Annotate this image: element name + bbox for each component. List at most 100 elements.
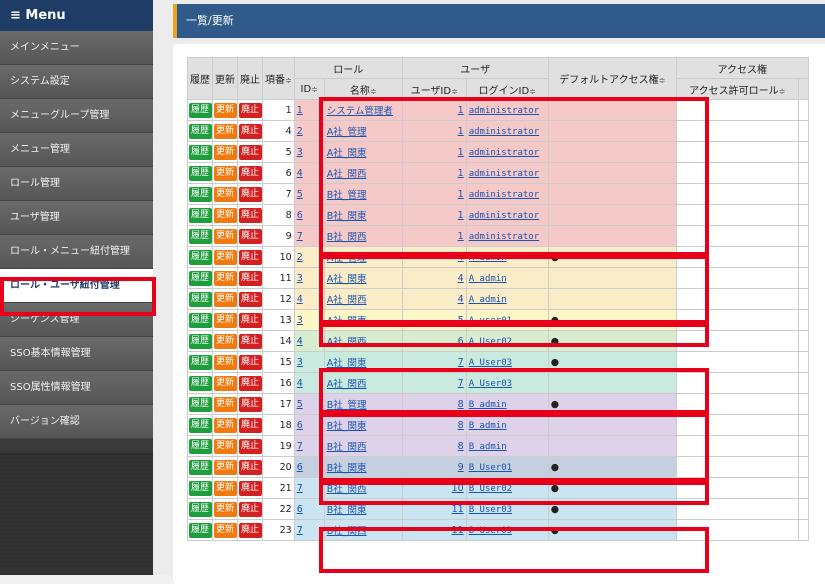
role-id-link[interactable]: 3: [297, 357, 303, 368]
history-button[interactable]: 履歴: [188, 249, 212, 265]
user-id-link[interactable]: 1: [458, 168, 464, 179]
update-button[interactable]: 更新: [213, 207, 237, 223]
login-id-link[interactable]: administrator: [469, 232, 539, 242]
sidebar-item[interactable]: メニューグループ管理: [0, 99, 153, 133]
login-id-link[interactable]: B_User03: [469, 526, 512, 536]
login-id-link[interactable]: administrator: [469, 106, 539, 116]
discard-button[interactable]: 廃止: [238, 375, 262, 391]
role-name-link[interactable]: A社_関東: [327, 274, 367, 285]
login-id-link[interactable]: A_admin: [469, 253, 507, 263]
sidebar-item[interactable]: SSO基本情報管理: [0, 337, 153, 371]
discard-button[interactable]: 廃止: [238, 333, 262, 349]
role-name-link[interactable]: B社_関東: [327, 421, 367, 432]
history-button[interactable]: 履歴: [188, 396, 212, 412]
role-name-link[interactable]: システム管理者: [327, 106, 393, 117]
user-id-link[interactable]: 1: [458, 231, 464, 242]
login-id-link[interactable]: administrator: [469, 127, 539, 137]
update-button[interactable]: 更新: [213, 396, 237, 412]
history-button[interactable]: 履歴: [188, 228, 212, 244]
user-id-link[interactable]: 11: [452, 504, 464, 515]
user-id-link[interactable]: 8: [458, 441, 464, 452]
discard-button[interactable]: 廃止: [238, 501, 262, 517]
update-button[interactable]: 更新: [213, 165, 237, 181]
login-id-link[interactable]: A_User03: [469, 379, 512, 389]
discard-button[interactable]: 廃止: [238, 312, 262, 328]
login-id-link[interactable]: A_user01: [469, 316, 512, 326]
sidebar-item[interactable]: ロール・メニュー紐付管理: [0, 235, 153, 269]
sort-icon[interactable]: ≑: [659, 76, 666, 85]
history-button[interactable]: 履歴: [188, 165, 212, 181]
role-id-link[interactable]: 4: [297, 336, 303, 347]
user-id-link[interactable]: 11: [452, 525, 464, 536]
th-item-no[interactable]: 項番≑: [262, 57, 295, 100]
role-name-link[interactable]: A社_関西: [327, 379, 367, 390]
th-user-id[interactable]: ユーザID≑: [401, 78, 467, 100]
user-id-link[interactable]: 7: [458, 357, 464, 368]
sidebar-item[interactable]: ロール・ユーザ紐付管理: [0, 269, 153, 303]
role-id-link[interactable]: 7: [297, 525, 303, 536]
sort-icon[interactable]: ≑: [529, 87, 536, 96]
discard-button[interactable]: 廃止: [238, 522, 262, 538]
role-id-link[interactable]: 6: [297, 462, 303, 473]
role-name-link[interactable]: B社_管理: [327, 190, 367, 201]
discard-button[interactable]: 廃止: [238, 207, 262, 223]
history-button[interactable]: 履歴: [188, 123, 212, 139]
role-id-link[interactable]: 3: [297, 315, 303, 326]
role-id-link[interactable]: 5: [297, 189, 303, 200]
update-button[interactable]: 更新: [213, 480, 237, 496]
sort-icon[interactable]: ≑: [779, 87, 786, 96]
role-id-link[interactable]: 6: [297, 504, 303, 515]
role-name-link[interactable]: B社_関西: [327, 484, 367, 495]
update-button[interactable]: 更新: [213, 417, 237, 433]
discard-button[interactable]: 廃止: [238, 417, 262, 433]
sidebar-item[interactable]: システム設定: [0, 65, 153, 99]
discard-button[interactable]: 廃止: [238, 165, 262, 181]
history-button[interactable]: 履歴: [188, 522, 212, 538]
update-button[interactable]: 更新: [213, 291, 237, 307]
sort-icon[interactable]: ≑: [370, 87, 377, 96]
sort-icon[interactable]: ≑: [285, 76, 292, 85]
role-id-link[interactable]: 3: [297, 147, 303, 158]
role-name-link[interactable]: B社_関東: [327, 211, 367, 222]
login-id-link[interactable]: administrator: [469, 190, 539, 200]
update-button[interactable]: 更新: [213, 354, 237, 370]
login-id-link[interactable]: A_User02: [469, 337, 512, 347]
update-button[interactable]: 更新: [213, 249, 237, 265]
discard-button[interactable]: 廃止: [238, 480, 262, 496]
user-id-link[interactable]: 9: [458, 462, 464, 473]
discard-button[interactable]: 廃止: [238, 123, 262, 139]
history-button[interactable]: 履歴: [188, 312, 212, 328]
discard-button[interactable]: 廃止: [238, 228, 262, 244]
update-button[interactable]: 更新: [213, 228, 237, 244]
role-id-link[interactable]: 4: [297, 294, 303, 305]
update-button[interactable]: 更新: [213, 312, 237, 328]
history-button[interactable]: 履歴: [188, 102, 212, 118]
sort-icon[interactable]: ≑: [311, 85, 318, 94]
login-id-link[interactable]: B_admin: [469, 442, 507, 452]
user-id-link[interactable]: 4: [458, 252, 464, 263]
login-id-link[interactable]: A_admin: [469, 274, 507, 284]
th-role-name[interactable]: 名称≑: [323, 78, 403, 100]
role-name-link[interactable]: A社_管理: [327, 127, 367, 138]
update-button[interactable]: 更新: [213, 186, 237, 202]
discard-button[interactable]: 廃止: [238, 438, 262, 454]
discard-button[interactable]: 廃止: [238, 459, 262, 475]
login-id-link[interactable]: B_admin: [469, 400, 507, 410]
history-button[interactable]: 履歴: [188, 480, 212, 496]
sidebar-item[interactable]: メインメニュー: [0, 31, 153, 65]
sidebar-item[interactable]: ロール管理: [0, 167, 153, 201]
sidebar-item[interactable]: SSO属性情報管理: [0, 371, 153, 405]
discard-button[interactable]: 廃止: [238, 186, 262, 202]
role-name-link[interactable]: B社_関西: [327, 232, 367, 243]
history-button[interactable]: 履歴: [188, 291, 212, 307]
role-id-link[interactable]: 7: [297, 483, 303, 494]
user-id-link[interactable]: 10: [452, 483, 464, 494]
role-name-link[interactable]: B社_関東: [327, 463, 367, 474]
login-id-link[interactable]: administrator: [469, 211, 539, 221]
login-id-link[interactable]: administrator: [469, 148, 539, 158]
role-name-link[interactable]: A社_関東: [327, 148, 367, 159]
role-name-link[interactable]: B社_関西: [327, 442, 367, 453]
menu-header[interactable]: ≡ Menu: [0, 0, 153, 31]
user-id-link[interactable]: 4: [458, 294, 464, 305]
history-button[interactable]: 履歴: [188, 207, 212, 223]
